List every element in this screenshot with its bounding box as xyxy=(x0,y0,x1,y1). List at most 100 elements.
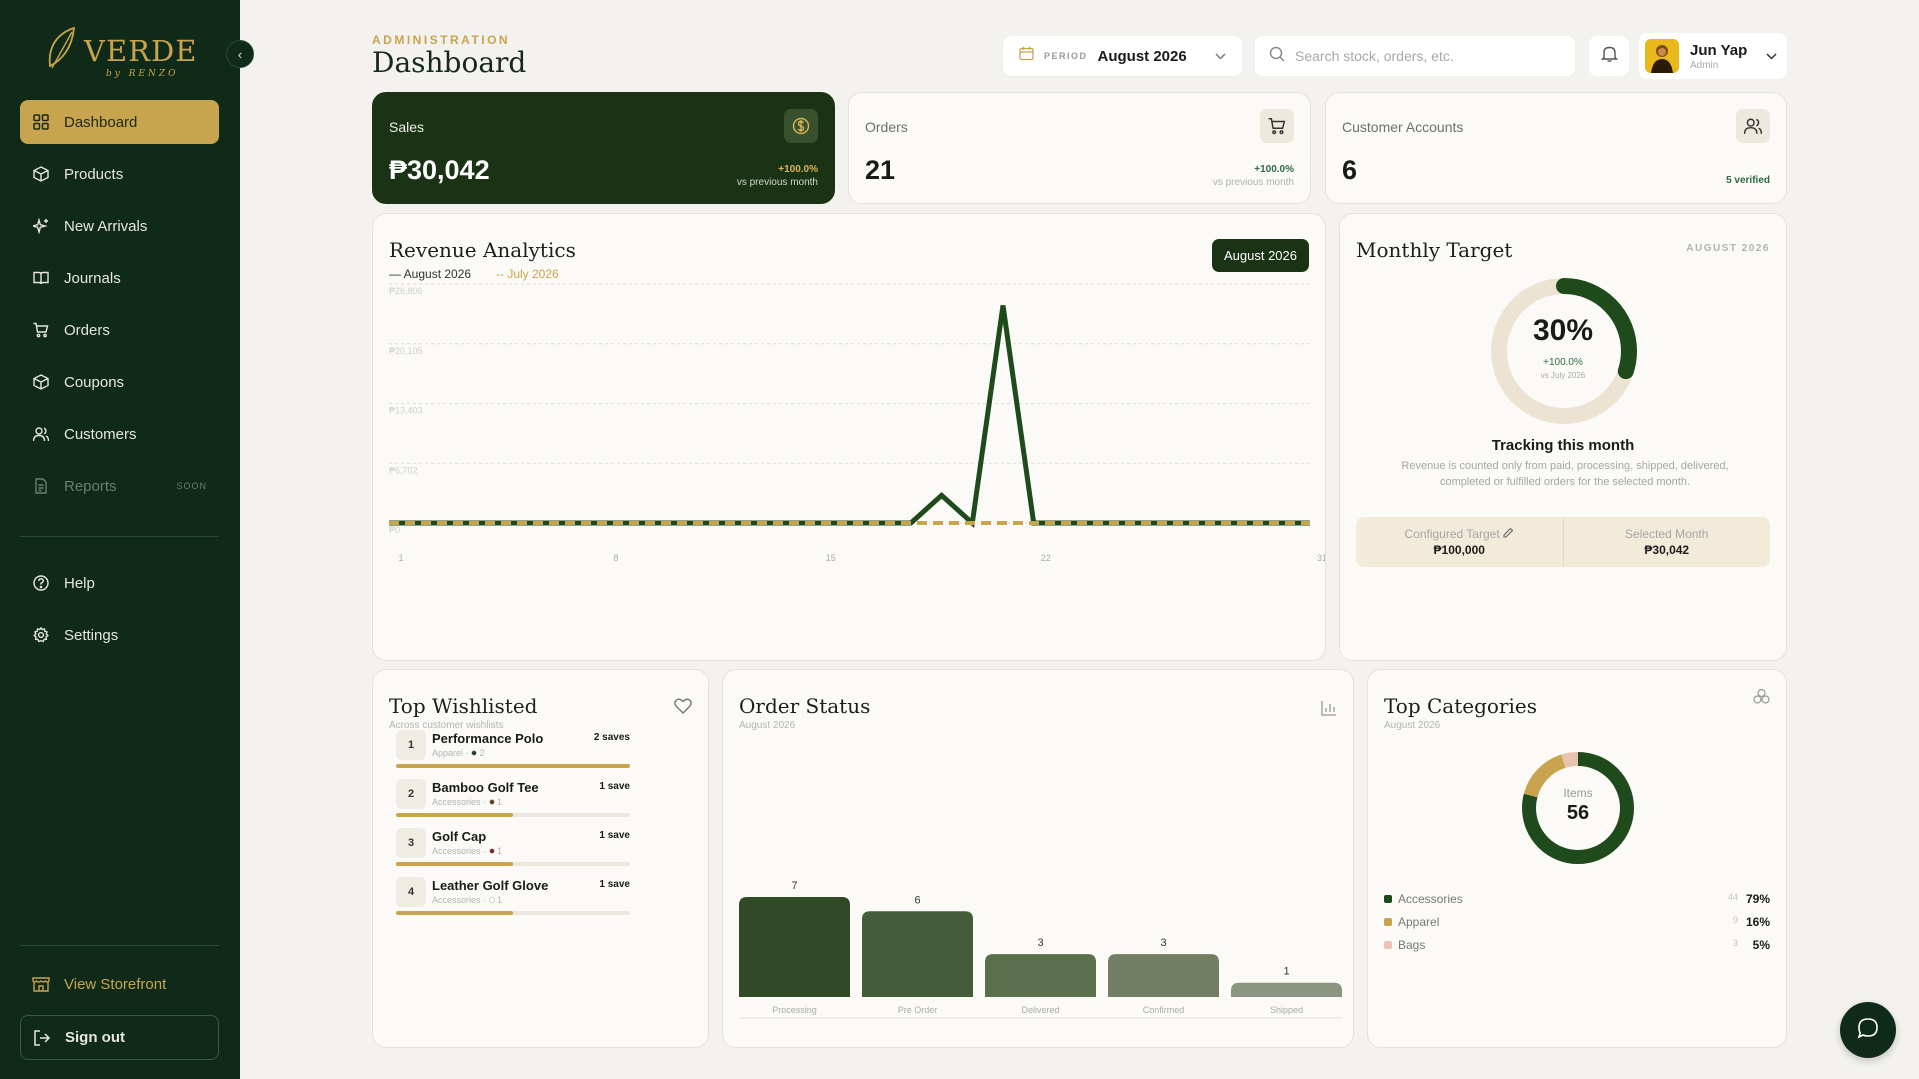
sidebar-item-customers[interactable]: Customers xyxy=(20,412,219,456)
wishlist-progress-fill xyxy=(396,764,630,768)
category-name: Apparel xyxy=(1398,915,1440,929)
sidebar-item-label: Reports xyxy=(64,477,117,495)
user-menu[interactable]: Jun Yap Admin xyxy=(1639,33,1787,79)
notifications-button[interactable] xyxy=(1589,36,1629,76)
status-bar[interactable] xyxy=(862,911,973,997)
users-icon xyxy=(1736,109,1770,143)
sidebar-item-label: Coupons xyxy=(64,373,125,391)
status-bar[interactable] xyxy=(1108,954,1219,997)
category-name: Accessories xyxy=(1398,892,1463,906)
sidebar-item-dashboard[interactable]: Dashboard xyxy=(20,100,219,144)
main-nav: Dashboard Products New Arrivals Journals… xyxy=(20,100,219,516)
status-bar-value: 3 xyxy=(1037,937,1043,949)
configured-target-value: ₱100,000 xyxy=(1433,543,1485,557)
calendar-icon xyxy=(1019,46,1034,66)
wishlist-saves: 1 save xyxy=(599,879,630,890)
selected-month-value: ₱30,042 xyxy=(1644,543,1690,557)
status-bar-value: 7 xyxy=(791,880,797,892)
dashboard-icon xyxy=(32,113,50,131)
color-swatch-icon xyxy=(488,848,495,854)
brand-name: VERDE xyxy=(84,34,198,68)
sidebar-item-label: Dashboard xyxy=(64,113,138,131)
revenue-analytics-card: Revenue Analytics — August 2026 -- July … xyxy=(372,213,1326,661)
order-status-card: Order Status August 2026 7 Processing 6 Pre… xyxy=(722,669,1354,1048)
top-categories-card: Top Categories August 2026 Items 56 Acce… xyxy=(1367,669,1787,1048)
sidebar-item-settings[interactable]: Settings xyxy=(20,613,219,657)
sidebar-item-orders[interactable]: Orders xyxy=(20,308,219,352)
sidebar-item-label: New Arrivals xyxy=(64,217,148,235)
collapse-sidebar-button[interactable]: ‹ xyxy=(226,40,254,68)
sidebar-item-new-arrivals[interactable]: New Arrivals xyxy=(20,204,219,248)
target-note: Revenue is counted only from paid, proce… xyxy=(1401,460,1729,488)
status-bar[interactable] xyxy=(985,954,1096,997)
sidebar: VERDE by RENZO ‹ Dashboard Products New … xyxy=(0,0,254,1079)
sidebar-item-label: Settings xyxy=(64,626,119,644)
sidebar-item-coupons[interactable]: Coupons xyxy=(20,360,219,404)
wishlist-item[interactable]: 1 Performance Polo Apparel · 2 2 saves xyxy=(396,730,630,778)
view-storefront-label: View Storefront xyxy=(64,975,167,993)
wishlist-item[interactable]: 3 Golf Cap Accessories · 1 1 save xyxy=(396,828,630,876)
search-box[interactable] xyxy=(1255,36,1575,76)
sign-out-button[interactable]: Sign out xyxy=(20,1015,219,1060)
sidebar-item-label: Products xyxy=(64,165,124,183)
status-bar[interactable] xyxy=(739,897,850,997)
donut-center-value: 56 xyxy=(1566,802,1590,824)
period-select[interactable]: PERIOD August 2026 xyxy=(1003,36,1242,76)
wishlist-item[interactable]: 2 Bamboo Golf Tee Accessories · 1 1 save xyxy=(396,779,630,827)
wishlist-rank: 4 xyxy=(396,877,426,907)
sales-delta: +100.0% xyxy=(778,164,818,175)
sidebar-item-label: Customers xyxy=(64,425,137,443)
customers-value: 6 xyxy=(1342,155,1358,185)
category-count: 44 xyxy=(1727,892,1738,902)
category-count: 9 xyxy=(1732,915,1738,925)
wishlist-count: 1 xyxy=(497,797,503,807)
orders-comparison: vs previous month xyxy=(1212,177,1294,188)
search-input[interactable] xyxy=(1295,48,1555,64)
orders-card: Orders 21 +100.0% vs previous month xyxy=(848,92,1311,204)
target-heading: Tracking this month xyxy=(1491,437,1635,454)
wishlist-meta: Accessories · 1 xyxy=(432,846,503,856)
target-title: Monthly Target xyxy=(1356,238,1513,262)
nav-divider xyxy=(20,536,219,537)
avatar-image-icon xyxy=(1645,39,1679,73)
wishlist-item[interactable]: 4 Leather Golf Glove Accessories · 1 1 save xyxy=(396,877,630,925)
sidebar-item-journals[interactable]: Journals xyxy=(20,256,219,300)
sidebar-item-help[interactable]: Help xyxy=(20,561,219,605)
orders-label: Orders xyxy=(865,119,908,135)
configured-target[interactable]: Configured Target ₱100,000 xyxy=(1356,517,1563,567)
wishlist-progress-fill xyxy=(396,813,513,817)
sales-card: Sales ₱30,042 +100.0% vs previous month xyxy=(372,92,835,204)
series-line-august-2026 xyxy=(389,305,1310,529)
sidebar-item-label: Help xyxy=(64,574,95,592)
cart-icon xyxy=(1260,109,1294,143)
chat-button[interactable] xyxy=(1840,1002,1896,1058)
category-row: Bags 3 5% xyxy=(1384,937,1770,953)
wishlist-saves: 1 save xyxy=(599,830,630,841)
wishlist-category: Accessories xyxy=(432,846,481,856)
sidebar-item-products[interactable]: Products xyxy=(20,152,219,196)
secondary-nav: Help Settings xyxy=(20,561,219,665)
y-tick-label: ₱26,806 xyxy=(389,286,423,296)
period-value: August 2026 xyxy=(1097,47,1187,65)
target-delta: +100.0% xyxy=(1543,357,1583,368)
box-icon xyxy=(32,373,50,391)
status-bar-value: 1 xyxy=(1283,966,1289,978)
selected-month-label: Selected Month xyxy=(1625,527,1709,541)
wishlist-product-name: Bamboo Golf Tee xyxy=(432,780,539,795)
status-bar-label: Processing xyxy=(772,1005,817,1015)
wishlist-category: Accessories xyxy=(432,895,481,905)
wishlist-progress xyxy=(396,764,630,768)
color-swatch-icon xyxy=(471,750,478,756)
wishlist-progress xyxy=(396,813,630,817)
box-icon xyxy=(32,165,50,183)
soon-badge: SOON xyxy=(176,481,207,491)
brand-logo[interactable]: VERDE by RENZO xyxy=(44,24,204,80)
y-tick-label: ₱20,105 xyxy=(389,346,423,356)
pencil-icon[interactable] xyxy=(1503,527,1514,541)
store-icon xyxy=(32,975,50,993)
view-storefront-link[interactable]: View Storefront xyxy=(20,964,219,1004)
shapes-icon[interactable] xyxy=(1753,688,1770,710)
wishlist-count: 1 xyxy=(497,895,503,905)
revenue-title: Revenue Analytics xyxy=(389,238,576,262)
status-bar[interactable] xyxy=(1231,982,1342,997)
